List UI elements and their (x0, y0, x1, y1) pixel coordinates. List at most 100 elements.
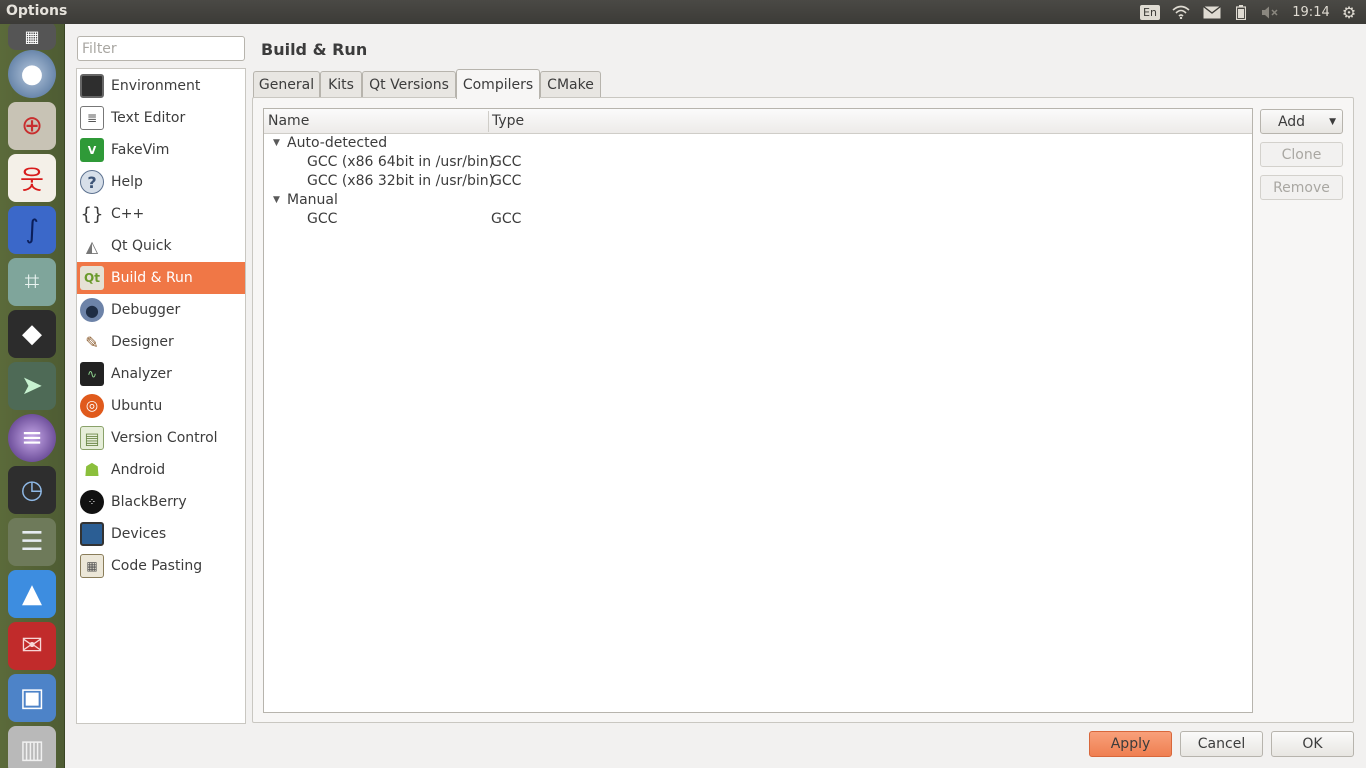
inkscape-app-icon[interactable]: ◆ (8, 310, 56, 358)
screenshot-app-icon[interactable]: ▣ (8, 674, 56, 722)
app-grid-icon[interactable]: ▦ (8, 24, 56, 50)
uml-app-icon[interactable]: 웃 (8, 154, 56, 202)
window-title: Options (6, 3, 68, 19)
compass-app-icon[interactable]: ➤ (8, 362, 56, 410)
keyboard-layout-label: En (1140, 4, 1160, 20)
nav-item-cpp[interactable]: {} C++ (77, 198, 245, 230)
android-icon: ☗ (83, 459, 101, 481)
nav-item-ubuntu[interactable]: ◎ Ubuntu (77, 390, 245, 422)
tab-kits[interactable]: Kits (320, 71, 362, 98)
tab-compilers[interactable]: Compilers (456, 69, 540, 99)
nav-item-build-run[interactable]: Qt Build & Run (77, 262, 245, 294)
launcher: ▦ ● ⊕ 웃 ∫ ⌗ ◆ ➤ ≡ ◷ ☰ ▲ ✉ ▣ ▥ (0, 24, 65, 768)
cancel-button[interactable]: Cancel (1180, 731, 1263, 757)
fakevim-icon: V (80, 138, 104, 162)
nav-item-text-editor[interactable]: ≣ Text Editor (77, 102, 245, 134)
gear-icon[interactable]: ⚙ (1338, 0, 1360, 24)
column-divider[interactable] (488, 111, 489, 132)
document-viewer-icon[interactable]: ✉ (8, 622, 56, 670)
nav-item-android[interactable]: ☗ Android (77, 454, 245, 486)
nav-item-qt-quick[interactable]: ◭ Qt Quick (77, 230, 245, 262)
nav-item-blackberry[interactable]: ⁘ BlackBerry (77, 486, 245, 518)
grid-tool-icon[interactable]: ⌗ (8, 258, 56, 306)
nav-item-label: Qt Quick (111, 238, 172, 254)
nav-item-version-control[interactable]: ▤ Version Control (77, 422, 245, 454)
tree-group-auto-detected[interactable]: ▼ Auto-detected (264, 135, 1252, 154)
group-label: Manual (287, 192, 338, 208)
tab-cmake[interactable]: CMake (540, 71, 601, 98)
tree-group-manual[interactable]: ▼ Manual (264, 192, 1252, 211)
nav-item-label: Code Pasting (111, 558, 203, 574)
python-app-icon[interactable]: ∫ (8, 206, 56, 254)
remove-button[interactable]: Remove (1260, 175, 1343, 200)
help-icon: ? (80, 170, 104, 194)
ok-button[interactable]: OK (1271, 731, 1354, 757)
trash-icon[interactable]: ▥ (8, 726, 56, 768)
clock[interactable]: 19:14 (1290, 0, 1332, 24)
category-list: Environment ≣ Text Editor V FakeVim ? He… (76, 68, 246, 724)
filter-input[interactable] (77, 36, 245, 61)
apply-button[interactable]: Apply (1089, 731, 1172, 757)
nav-item-debugger[interactable]: ● Debugger (77, 294, 245, 326)
qt-build-icon: Qt (80, 266, 104, 290)
nav-item-environment[interactable]: Environment (77, 70, 245, 102)
compiler-name: GCC (x86 32bit in /usr/bin) (307, 173, 495, 189)
nav-item-label: Help (111, 174, 143, 190)
nav-item-code-pasting[interactable]: ▦ Code Pasting (77, 550, 245, 582)
mail-icon[interactable] (1201, 0, 1223, 24)
stopwatch-app-icon[interactable]: ◷ (8, 466, 56, 514)
expand-arrow-icon[interactable]: ▼ (273, 138, 280, 148)
nav-item-label: Version Control (111, 430, 218, 446)
keyboard-indicator[interactable]: En (1139, 0, 1161, 24)
tab-general[interactable]: General (253, 71, 320, 98)
nav-item-label: FakeVim (111, 142, 170, 158)
nav-item-label: Debugger (111, 302, 181, 318)
tree-row[interactable]: GCC GCC (264, 211, 1252, 230)
page-title: Build & Run (261, 40, 368, 59)
nav-item-label: Android (111, 462, 166, 478)
column-header-name[interactable]: Name (268, 113, 309, 129)
compiler-tree[interactable]: Name Type ▼ Auto-detected GCC (x86 64bit… (263, 108, 1253, 713)
wifi-icon[interactable] (1170, 0, 1192, 24)
calendar-app-icon[interactable]: ▲ (8, 570, 56, 618)
tablet-icon (80, 522, 104, 546)
compiler-name: GCC (307, 211, 338, 227)
nav-item-label: Environment (111, 78, 201, 94)
clipboard-icon: ▦ (80, 554, 104, 578)
nav-item-label: Build & Run (111, 270, 193, 286)
nav-item-devices[interactable]: Devices (77, 518, 245, 550)
clone-button[interactable]: Clone (1260, 142, 1343, 167)
mail-app-icon[interactable]: ● (8, 50, 56, 98)
braces-icon: {} (80, 203, 104, 225)
add-button[interactable]: Add ▼ (1260, 109, 1343, 134)
nav-item-help[interactable]: ? Help (77, 166, 245, 198)
group-label: Auto-detected (287, 135, 388, 151)
nav-item-label: Designer (111, 334, 174, 350)
tree-row[interactable]: GCC (x86 64bit in /usr/bin) GCC (264, 154, 1252, 173)
bug-icon: ● (80, 298, 104, 322)
volume-muted-icon[interactable] (1259, 0, 1281, 24)
expand-arrow-icon[interactable]: ▼ (273, 195, 280, 205)
nav-item-designer[interactable]: ✎ Designer (77, 326, 245, 358)
compiler-type: GCC (491, 211, 522, 227)
brush-icon: ✎ (85, 332, 99, 352)
eclipse-app-icon[interactable]: ≡ (8, 414, 56, 462)
column-header-type[interactable]: Type (492, 113, 524, 129)
gantt-app-icon[interactable]: ☰ (8, 518, 56, 566)
nav-item-label: C++ (111, 206, 145, 222)
target-app-icon[interactable]: ⊕ (8, 102, 56, 150)
add-button-label: Add (1277, 113, 1306, 130)
tree-header: Name Type (264, 109, 1252, 134)
nav-item-fakevim[interactable]: V FakeVim (77, 134, 245, 166)
nav-item-label: Text Editor (111, 110, 186, 126)
documents-icon: ▤ (80, 426, 104, 450)
compiler-name: GCC (x86 64bit in /usr/bin) (307, 154, 495, 170)
blackberry-icon: ⁘ (80, 490, 104, 514)
monitor-icon (80, 74, 104, 98)
nav-item-label: Analyzer (111, 366, 172, 382)
battery-icon[interactable] (1231, 0, 1251, 24)
nav-item-analyzer[interactable]: ∿ Analyzer (77, 358, 245, 390)
tree-row[interactable]: GCC (x86 32bit in /usr/bin) GCC (264, 173, 1252, 192)
tab-qt-versions[interactable]: Qt Versions (362, 71, 456, 98)
ubuntu-logo-icon: ◎ (80, 394, 104, 418)
